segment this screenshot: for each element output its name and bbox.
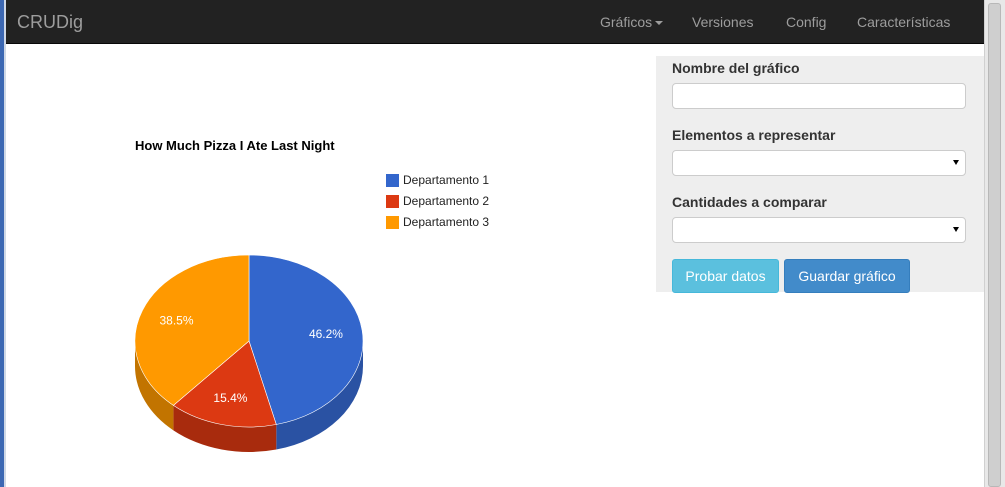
select-arrow-icon <box>953 160 959 165</box>
pie-chart: 46.2% 15.4% 38.5% <box>134 254 364 452</box>
elements-label: Elementos a representar <box>672 127 836 143</box>
elements-select[interactable] <box>672 150 966 176</box>
quantities-select[interactable] <box>672 217 966 243</box>
save-chart-button[interactable]: Guardar gráfico <box>784 259 910 293</box>
pie-data-label-1: 46.2% <box>309 327 343 341</box>
pie-data-label-3: 38.5% <box>160 313 194 327</box>
quantities-label: Cantidades a comparar <box>672 194 827 210</box>
chart-form-panel: Nombre del gráfico Elementos a represent… <box>656 56 984 293</box>
nav-config[interactable]: Config <box>786 14 826 30</box>
vertical-scrollbar[interactable] <box>984 0 1005 487</box>
chart-name-input[interactable] <box>672 83 966 109</box>
nav-caracteristicas[interactable]: Características <box>857 14 950 30</box>
caret-down-icon <box>655 21 664 26</box>
chart-name-label: Nombre del gráfico <box>672 60 800 76</box>
select-arrow-icon <box>953 227 959 232</box>
page: CRUDig Gráficos Versiones Config Caracte… <box>6 0 984 487</box>
pie-data-label-2: 15.4% <box>213 391 247 405</box>
test-data-button[interactable]: Probar datos <box>672 259 779 293</box>
nav-versiones[interactable]: Versiones <box>692 14 753 30</box>
scrollbar-thumb[interactable] <box>988 3 1001 487</box>
